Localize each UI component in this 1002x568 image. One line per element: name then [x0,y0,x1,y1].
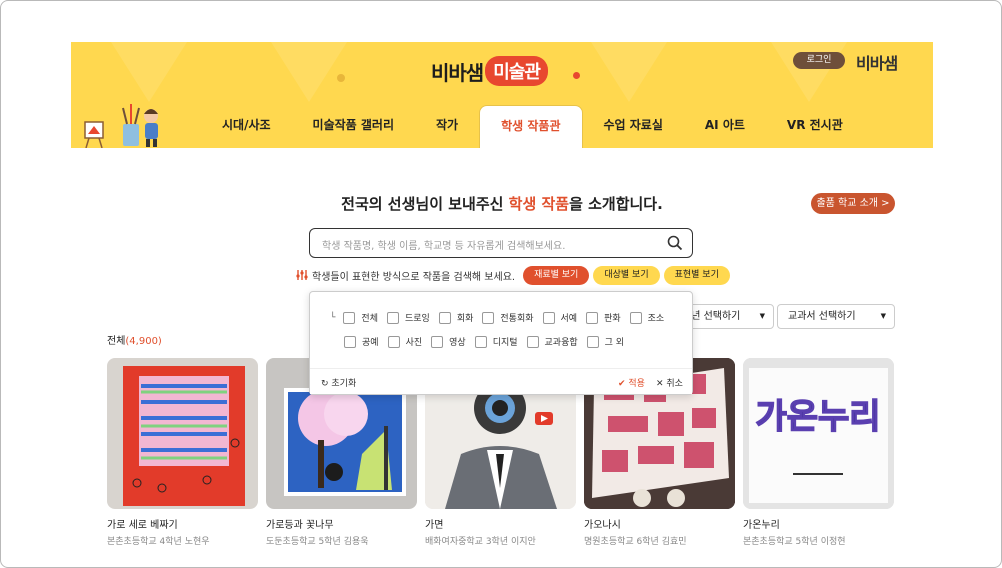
art-kid-illustration [84,104,158,148]
artwork-title: 가온누리 [743,520,780,531]
search-box[interactable]: 학생 작품명, 학생 이름, 학교명 등 자유롭게 검색해보세요. [309,228,693,258]
filter-row: 학생들이 표현한 방식으로 작품을 검색해 보세요. 재료별 보기 대상별 보기… [296,265,734,285]
vivasam-logo[interactable]: 비바샘 [856,50,898,74]
checkbox-other[interactable]: 그 외 [586,335,624,348]
nav-tab-student-works[interactable]: 학생 작품관 [479,105,583,148]
nav-tab-gallery[interactable]: 미술작품 갤러리 [292,105,415,148]
artwork-card[interactable]: 가온누리 가온누리 본촌초등학교 5학년 이정현 [743,358,894,547]
nav-tab-vr[interactable]: VR 전시관 [766,105,864,148]
checkbox-traditional-painting[interactable]: 전통회화 [482,311,534,324]
checkbox-sculpture[interactable]: 조소 [629,311,664,324]
apply-button[interactable]: ✔ 적용 [618,376,645,389]
filter-description: 학생들이 표현한 방식으로 작품을 검색해 보세요. [312,271,516,283]
chevron-down-icon: ▼ [759,312,765,320]
artwork-author: 배화여자중학교 3학년 이지안 [425,537,536,547]
artwork-author: 도둔초등학교 5학년 김용욱 [266,537,369,547]
cancel-button[interactable]: ✕ 취소 [656,376,683,389]
artwork-title: 가로 세로 베짜기 [107,520,178,531]
browser-frame: 비바샘 미술관 로그인 비바샘 시대/사조 미술작품 갤러리 작가 학생 작품관… [0,0,1002,568]
material-row-1: └ 전체 드로잉 회화 전통회화 서예 판화 조소 [330,311,673,324]
checkbox-drawing[interactable]: 드로잉 [386,311,430,324]
search-icon[interactable] [667,235,683,251]
artwork-card[interactable]: 가로 세로 베짜기 본촌초등학교 4학년 노현우 [107,358,258,547]
pill-by-expression[interactable]: 표현별 보기 [663,265,730,285]
total-count: 전체(4,900) [107,336,162,347]
site-logo[interactable]: 비바샘 미술관 [431,54,548,88]
nav-tab-ai-art[interactable]: AI 아트 [684,105,766,148]
nav-tab-class-materials[interactable]: 수업 자료실 [583,105,684,148]
nav-tab-period[interactable]: 시대/사조 [201,105,292,148]
material-row-2: 공예 사진 영상 디지털 교과융합 그 외 [344,335,633,348]
checkbox-all[interactable]: 전체 [343,311,378,324]
nav-tab-artist[interactable]: 작가 [415,105,479,148]
artwork-title: 가면 [425,520,444,531]
checkbox-digital[interactable]: 디지털 [474,335,518,348]
main-nav: 시대/사조 미술작품 갤러리 작가 학생 작품관 수업 자료실 AI 아트 VR… [201,105,864,148]
pill-by-material[interactable]: 재료별 보기 [523,265,590,285]
artwork-title: 가오나시 [584,520,621,531]
site-header: 비바샘 미술관 로그인 비바샘 시대/사조 미술작품 갤러리 작가 학생 작품관… [71,42,933,148]
artwork-thumbnail[interactable] [107,358,258,509]
artwork-title: 가로등과 꽃나무 [266,520,334,531]
pill-by-subject[interactable]: 대상별 보기 [593,265,660,285]
login-button[interactable]: 로그인 [793,52,845,69]
dropdown-footer: ↻ 초기화 ✔ 적용 ✕ 취소 [310,368,692,394]
textbook-select[interactable]: 교과서 선택하기 ▼ [777,304,895,329]
decor-dot [337,74,345,82]
checkbox-painting[interactable]: 회화 [438,311,473,324]
artwork-author: 명원초등학교 6학년 김효민 [584,537,687,547]
artwork-thumbnail[interactable]: 가온누리 [743,358,894,509]
checkbox-photo[interactable]: 사진 [387,335,422,348]
refresh-icon: ↻ [321,379,332,389]
checkbox-cross-subject[interactable]: 교과융합 [526,335,578,348]
filter-icon [296,270,308,280]
search-placeholder: 학생 작품명, 학생 이름, 학교명 등 자유롭게 검색해보세요. [322,241,566,252]
school-intro-button[interactable]: 출품 학교 소개 > [811,193,895,214]
checkbox-video[interactable]: 영상 [431,335,466,348]
decor-dot [573,72,580,79]
material-filter-dropdown: └ 전체 드로잉 회화 전통회화 서예 판화 조소 공예 사진 영상 디지털 교… [309,291,693,395]
artwork-author: 본촌초등학교 4학년 노현우 [107,537,210,547]
chevron-down-icon: ▼ [880,312,886,320]
reset-button[interactable]: ↻ 초기화 [321,376,356,389]
artwork-lettering: 가온누리 [755,397,880,437]
checkbox-crafts[interactable]: 공예 [344,335,379,348]
artwork-author: 본촌초등학교 5학년 이정현 [743,537,846,547]
tree-branch-icon: └ [330,312,336,323]
checkbox-printmaking[interactable]: 판화 [586,311,621,324]
checkbox-calligraphy[interactable]: 서예 [542,311,577,324]
